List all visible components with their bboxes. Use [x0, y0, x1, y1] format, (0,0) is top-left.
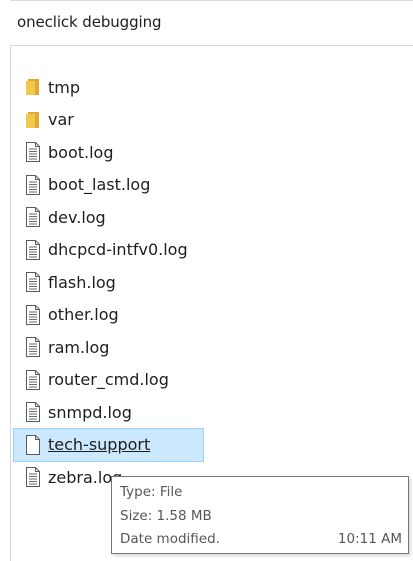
file-item[interactable]: flash.log — [24, 266, 224, 299]
text-file-icon — [24, 174, 42, 196]
text-file-icon — [24, 369, 42, 391]
file-item[interactable]: dhcpcd-intfv0.log — [24, 234, 224, 267]
text-file-icon — [24, 206, 42, 228]
tooltip-date-label: Date modified. — [120, 531, 220, 547]
text-file-icon — [24, 239, 42, 261]
item-label: tech-support — [48, 435, 151, 455]
item-label: other.log — [48, 305, 119, 325]
item-label: dev.log — [48, 207, 106, 227]
tooltip-date-value: 10:11 AM — [337, 531, 402, 547]
item-label: boot.log — [48, 142, 114, 162]
text-file-icon — [24, 271, 42, 293]
text-file-icon — [24, 141, 42, 163]
item-label: dhcpcd-intfv0.log — [48, 240, 188, 260]
file-item[interactable]: tech-support — [13, 427, 204, 462]
file-info-tooltip: Type: File Size: 1.58 MB Date modified. … — [111, 476, 409, 554]
folder-item[interactable]: tmp — [24, 71, 224, 104]
file-list: tmp var boot.log boot_last.log dev.log dhcpcd… — [13, 71, 224, 494]
folder-icon — [24, 109, 42, 131]
text-file-icon — [24, 401, 42, 423]
item-label: tmp — [48, 77, 81, 97]
blank-file-icon — [24, 434, 42, 456]
item-label: router_cmd.log — [48, 370, 169, 390]
item-label: boot_last.log — [48, 175, 151, 195]
address-bar[interactable]: oneclick debugging — [10, 0, 413, 46]
tooltip-type: Type: File — [120, 484, 183, 500]
folder-item[interactable]: var — [24, 104, 224, 137]
item-label: snmpd.log — [48, 402, 132, 422]
text-file-icon — [24, 304, 42, 326]
item-label: flash.log — [48, 272, 116, 292]
file-item[interactable]: boot_last.log — [24, 169, 224, 202]
text-file-icon — [24, 466, 42, 488]
text-file-icon — [24, 336, 42, 358]
file-item[interactable]: snmpd.log — [24, 396, 224, 429]
file-item[interactable]: other.log — [24, 299, 224, 332]
file-item[interactable]: dev.log — [24, 201, 224, 234]
folder-icon — [24, 76, 42, 98]
file-item[interactable]: ram.log — [24, 331, 224, 364]
item-label: ram.log — [48, 337, 110, 357]
item-label: var — [48, 110, 74, 130]
folder-path: oneclick debugging — [17, 13, 162, 31]
tooltip-size: Size: 1.58 MB — [120, 508, 212, 524]
file-item[interactable]: boot.log — [24, 136, 224, 169]
file-item[interactable]: router_cmd.log — [24, 364, 224, 397]
